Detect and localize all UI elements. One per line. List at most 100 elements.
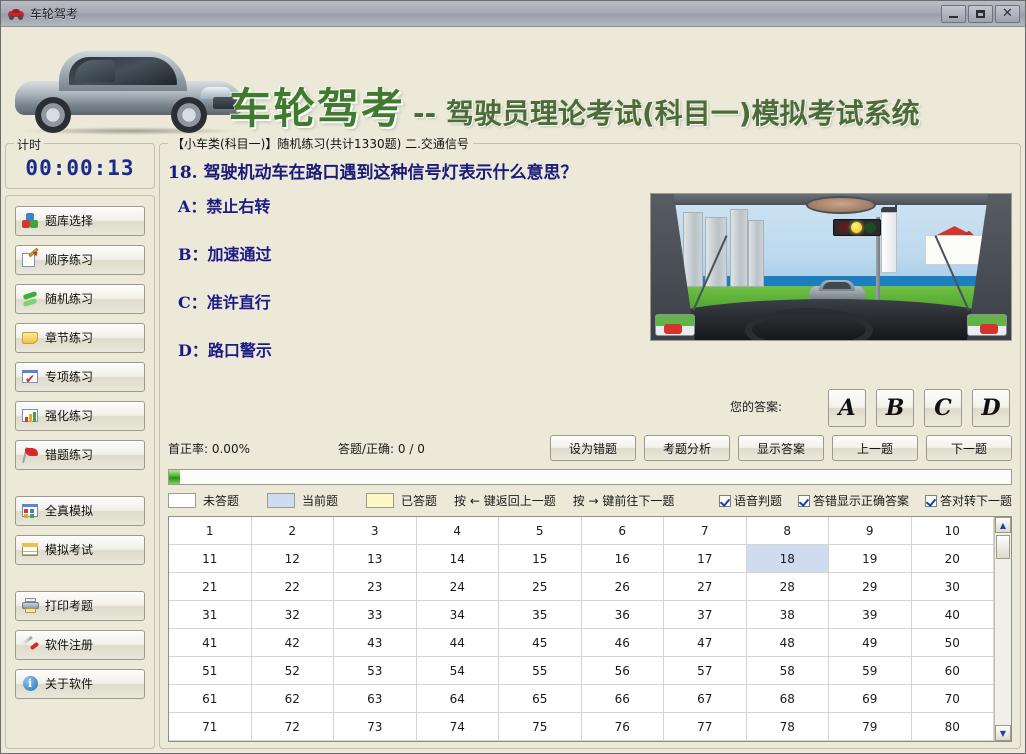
grid-cell-72[interactable]: 72 [251, 713, 334, 741]
grid-cell-26[interactable]: 26 [581, 573, 664, 601]
grid-cell-51[interactable]: 51 [169, 657, 252, 685]
sidebar-item-software-registration[interactable]: 软件注册 [15, 630, 145, 660]
grid-cell-71[interactable]: 71 [169, 713, 252, 741]
answer-button-d[interactable]: D [972, 389, 1010, 427]
grid-cell-34[interactable]: 34 [416, 601, 499, 629]
grid-cell-22[interactable]: 22 [251, 573, 334, 601]
grid-cell-56[interactable]: 56 [581, 657, 664, 685]
grid-cell-28[interactable]: 28 [746, 573, 829, 601]
grid-cell-1[interactable]: 1 [169, 517, 252, 545]
grid-cell-58[interactable]: 58 [746, 657, 829, 685]
grid-cell-31[interactable]: 31 [169, 601, 252, 629]
grid-cell-8[interactable]: 8 [746, 517, 829, 545]
grid-cell-24[interactable]: 24 [416, 573, 499, 601]
grid-cell-39[interactable]: 39 [829, 601, 912, 629]
sidebar-item-print-questions[interactable]: 打印考题 [15, 591, 145, 621]
checkbox-voice-judging[interactable]: 语音判题 [718, 492, 782, 509]
sidebar-item-random-practice[interactable]: 随机练习 [15, 284, 145, 314]
sidebar-item-intensive-practice[interactable]: 强化练习 [15, 401, 145, 431]
grid-cell-55[interactable]: 55 [499, 657, 582, 685]
grid-cell-62[interactable]: 62 [251, 685, 334, 713]
grid-cell-59[interactable]: 59 [829, 657, 912, 685]
grid-cell-67[interactable]: 67 [664, 685, 747, 713]
grid-cell-4[interactable]: 4 [416, 517, 499, 545]
grid-cell-60[interactable]: 60 [911, 657, 994, 685]
grid-cell-76[interactable]: 76 [581, 713, 664, 741]
grid-cell-54[interactable]: 54 [416, 657, 499, 685]
sidebar-item-full-simulation[interactable]: 全真模拟 [15, 496, 145, 526]
grid-cell-11[interactable]: 11 [169, 545, 252, 573]
grid-cell-44[interactable]: 44 [416, 629, 499, 657]
grid-cell-50[interactable]: 50 [911, 629, 994, 657]
grid-cell-19[interactable]: 19 [829, 545, 912, 573]
grid-cell-68[interactable]: 68 [746, 685, 829, 713]
grid-cell-45[interactable]: 45 [499, 629, 582, 657]
grid-cell-64[interactable]: 64 [416, 685, 499, 713]
grid-cell-29[interactable]: 29 [829, 573, 912, 601]
question-analysis-button[interactable]: 考题分析 [644, 435, 730, 461]
grid-cell-20[interactable]: 20 [911, 545, 994, 573]
answer-button-a[interactable]: A [828, 389, 866, 427]
grid-cell-73[interactable]: 73 [334, 713, 417, 741]
sidebar-item-special-practice[interactable]: ✔ 专项练习 [15, 362, 145, 392]
grid-cell-3[interactable]: 3 [334, 517, 417, 545]
grid-cell-57[interactable]: 57 [664, 657, 747, 685]
grid-cell-18[interactable]: 18 [746, 545, 829, 573]
grid-cell-12[interactable]: 12 [251, 545, 334, 573]
next-question-button[interactable]: 下一题 [926, 435, 1012, 461]
grid-cell-52[interactable]: 52 [251, 657, 334, 685]
grid-cell-27[interactable]: 27 [664, 573, 747, 601]
grid-cell-75[interactable]: 75 [499, 713, 582, 741]
scrollbar-thumb[interactable] [996, 535, 1010, 559]
grid-cell-2[interactable]: 2 [251, 517, 334, 545]
grid-cell-15[interactable]: 15 [499, 545, 582, 573]
option-d[interactable]: D：路口警示 [178, 337, 588, 361]
grid-cell-77[interactable]: 77 [664, 713, 747, 741]
grid-cell-63[interactable]: 63 [334, 685, 417, 713]
option-a[interactable]: A：禁止右转 [178, 193, 588, 217]
grid-cell-41[interactable]: 41 [169, 629, 252, 657]
grid-cell-21[interactable]: 21 [169, 573, 252, 601]
maximize-button[interactable] [968, 4, 993, 23]
grid-cell-43[interactable]: 43 [334, 629, 417, 657]
grid-cell-7[interactable]: 7 [664, 517, 747, 545]
scroll-down-button[interactable]: ▼ [995, 725, 1011, 741]
grid-cell-80[interactable]: 80 [911, 713, 994, 741]
checkbox-show-correct-on-wrong[interactable]: 答错显示正确答案 [797, 492, 909, 509]
sidebar-item-mock-exam[interactable]: 模拟考试 [15, 535, 145, 565]
grid-cell-5[interactable]: 5 [499, 517, 582, 545]
grid-scrollbar[interactable]: ▲ ▼ [994, 517, 1011, 741]
minimize-button[interactable] [941, 4, 966, 23]
grid-cell-79[interactable]: 79 [829, 713, 912, 741]
grid-cell-47[interactable]: 47 [664, 629, 747, 657]
grid-cell-35[interactable]: 35 [499, 601, 582, 629]
grid-cell-70[interactable]: 70 [911, 685, 994, 713]
sidebar-item-question-bank[interactable]: 题库选择 [15, 206, 145, 236]
grid-cell-13[interactable]: 13 [334, 545, 417, 573]
grid-cell-74[interactable]: 74 [416, 713, 499, 741]
grid-cell-23[interactable]: 23 [334, 573, 417, 601]
grid-cell-65[interactable]: 65 [499, 685, 582, 713]
grid-cell-36[interactable]: 36 [581, 601, 664, 629]
grid-cell-69[interactable]: 69 [829, 685, 912, 713]
answer-button-c[interactable]: C [924, 389, 962, 427]
grid-cell-14[interactable]: 14 [416, 545, 499, 573]
grid-cell-6[interactable]: 6 [581, 517, 664, 545]
scroll-up-button[interactable]: ▲ [995, 517, 1011, 533]
show-answer-button[interactable]: 显示答案 [738, 435, 824, 461]
grid-cell-40[interactable]: 40 [911, 601, 994, 629]
previous-question-button[interactable]: 上一题 [832, 435, 918, 461]
grid-cell-46[interactable]: 46 [581, 629, 664, 657]
grid-cell-30[interactable]: 30 [911, 573, 994, 601]
grid-cell-38[interactable]: 38 [746, 601, 829, 629]
sidebar-item-wrong-question-practice[interactable]: 错题练习 [15, 440, 145, 470]
grid-cell-61[interactable]: 61 [169, 685, 252, 713]
grid-cell-49[interactable]: 49 [829, 629, 912, 657]
sidebar-item-sequential-practice[interactable]: 顺序练习 [15, 245, 145, 275]
option-b[interactable]: B：加速通过 [178, 241, 588, 265]
option-c[interactable]: C：准许直行 [178, 289, 588, 313]
grid-cell-78[interactable]: 78 [746, 713, 829, 741]
checkbox-next-on-correct[interactable]: 答对转下一题 [924, 492, 1012, 509]
grid-cell-9[interactable]: 9 [829, 517, 912, 545]
grid-cell-32[interactable]: 32 [251, 601, 334, 629]
